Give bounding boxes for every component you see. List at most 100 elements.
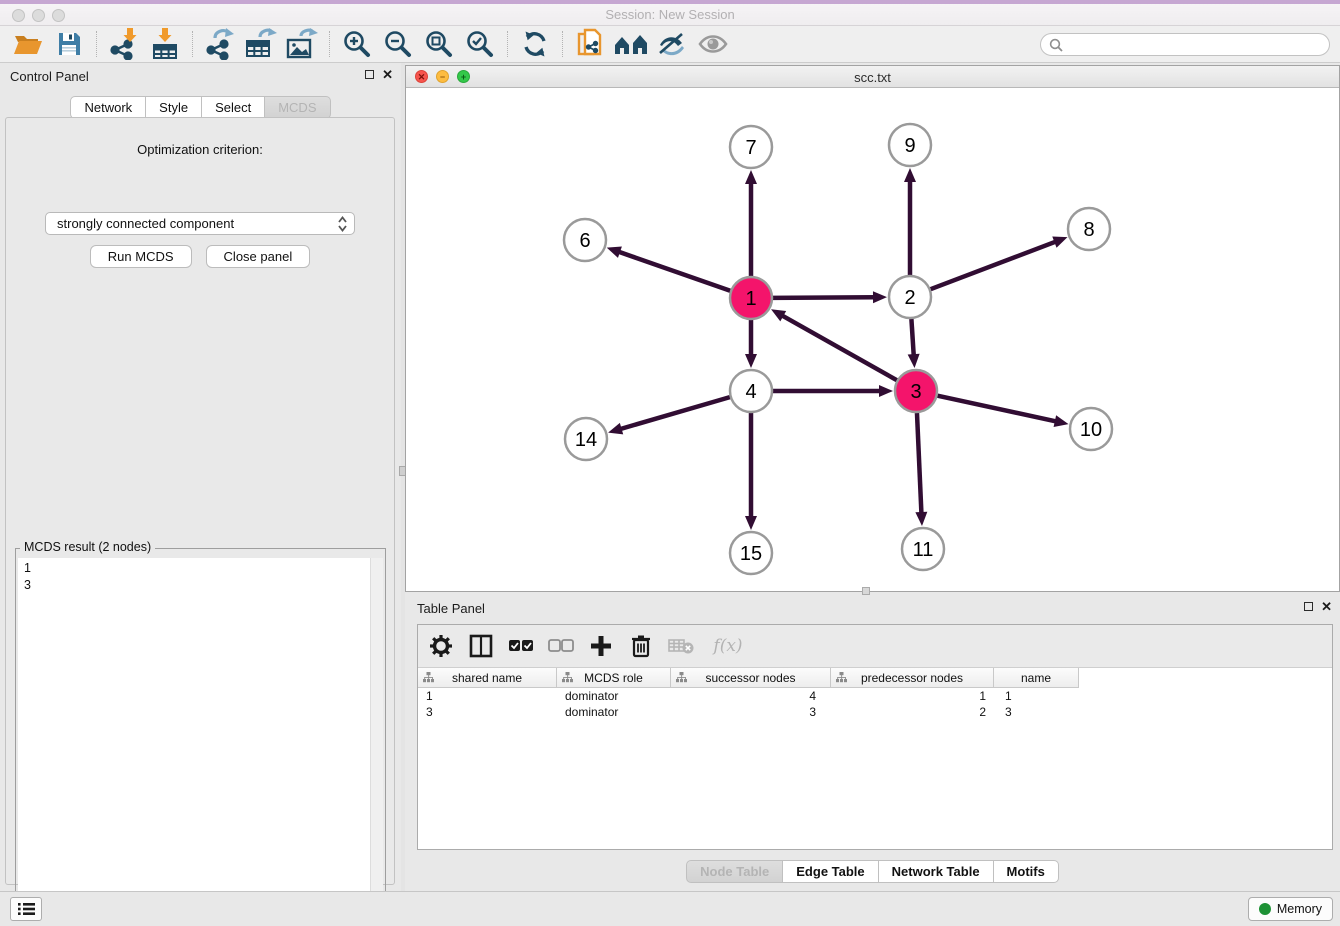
graph-edge-1-6[interactable] — [618, 252, 730, 291]
export-network-icon[interactable] — [202, 29, 238, 59]
window-title: Session: New Session — [0, 7, 1340, 22]
export-table-icon[interactable] — [243, 29, 279, 59]
window-top-accent — [0, 0, 1340, 4]
result-scrollbar[interactable] — [370, 558, 383, 921]
column-header-predecessor-nodes[interactable]: predecessor nodes — [831, 668, 994, 688]
graph-node-7[interactable]: 7 — [730, 126, 772, 168]
graph-node-11[interactable]: 11 — [902, 528, 944, 570]
clone-network-icon[interactable] — [572, 29, 608, 59]
select-all-columns-icon[interactable] — [508, 633, 534, 659]
cell-successor-nodes[interactable]: 4 — [671, 688, 831, 704]
graph-node-1[interactable]: 1 — [730, 277, 772, 319]
column-header-name[interactable]: name — [994, 668, 1079, 688]
control-panel-title: Control Panel — [10, 69, 89, 84]
float-table-panel-icon[interactable] — [1304, 602, 1313, 611]
network-frame-titlebar[interactable]: ✕ − + scc.txt — [406, 66, 1339, 88]
graph-edge-3-11[interactable] — [917, 413, 921, 514]
delete-table-icon[interactable] — [668, 633, 694, 659]
cell-name[interactable]: 1 — [994, 688, 1079, 704]
graph-node-6[interactable]: 6 — [564, 219, 606, 261]
memory-button[interactable]: Memory — [1248, 897, 1333, 921]
column-header-shared-name[interactable]: shared name — [418, 668, 557, 688]
run-mcds-button[interactable]: Run MCDS — [90, 245, 192, 268]
graph-edge-3-10[interactable] — [937, 396, 1056, 422]
select-stepper-icon — [338, 216, 347, 235]
graph-node-2[interactable]: 2 — [889, 276, 931, 318]
graph-edge-arrowhead — [904, 168, 916, 182]
network-frame: ✕ − + scc.txt 1 2 3 4 6 7 8 9 10 11 14 15 — [405, 65, 1340, 592]
graph-edge-4-14[interactable] — [620, 397, 730, 429]
graph-edge-arrowhead — [879, 385, 893, 397]
show-panels-icon[interactable] — [695, 29, 731, 59]
search-input[interactable] — [1067, 36, 1329, 54]
table-row[interactable]: 1 dominator 4 1 1 — [418, 688, 1332, 704]
graph-node-4[interactable]: 4 — [730, 370, 772, 412]
network-canvas[interactable]: 1 2 3 4 6 7 8 9 10 11 14 15 — [406, 88, 1339, 591]
tab-select[interactable]: Select — [202, 96, 265, 119]
zoom-selected-icon[interactable] — [462, 29, 498, 59]
graph-node-label: 15 — [740, 543, 762, 565]
graph-edge-2-3[interactable] — [911, 319, 913, 356]
graph-edge-arrowhead — [745, 354, 757, 368]
status-bar: Memory — [0, 891, 1340, 926]
optimization-criterion-select[interactable]: strongly connected component — [45, 212, 355, 235]
graph-edge-1-2[interactable] — [773, 297, 875, 298]
cell-name[interactable]: 3 — [994, 704, 1079, 720]
network-canvas-svg: 1 2 3 4 6 7 8 9 10 11 14 15 — [406, 88, 1339, 591]
tab-motifs[interactable]: Motifs — [994, 860, 1059, 883]
tab-style[interactable]: Style — [146, 96, 202, 119]
zoom-out-icon[interactable] — [380, 29, 416, 59]
graph-node-10[interactable]: 10 — [1070, 408, 1112, 450]
cell-successor-nodes[interactable]: 3 — [671, 704, 831, 720]
float-panel-icon[interactable] — [365, 70, 374, 79]
graph-edge-3-1[interactable] — [781, 315, 896, 380]
zoom-fit-icon[interactable] — [421, 29, 457, 59]
import-table-icon[interactable] — [147, 29, 183, 59]
network-overview-icon[interactable] — [613, 29, 649, 59]
graph-node-15[interactable]: 15 — [730, 532, 772, 574]
table-row[interactable]: 3 dominator 3 2 3 — [418, 704, 1332, 720]
split-panel-icon[interactable] — [468, 633, 494, 659]
import-network-icon[interactable] — [106, 29, 142, 59]
close-panel-button[interactable]: Close panel — [206, 245, 311, 268]
add-column-icon[interactable] — [588, 633, 614, 659]
function-builder-icon[interactable]: f(x) — [708, 633, 748, 659]
close-panel-icon[interactable]: ✕ — [382, 69, 393, 80]
graph-node-label: 9 — [904, 135, 915, 157]
graph-node-14[interactable]: 14 — [565, 418, 607, 460]
graph-node-label: 7 — [745, 137, 756, 159]
hide-panels-icon[interactable] — [654, 29, 690, 59]
tab-mcds[interactable]: MCDS — [265, 96, 330, 119]
save-session-icon[interactable] — [51, 29, 87, 59]
cell-shared-name[interactable]: 3 — [418, 704, 557, 720]
cell-predecessor-nodes[interactable]: 2 — [831, 704, 994, 720]
refresh-layout-icon[interactable] — [517, 29, 553, 59]
search-box[interactable] — [1040, 33, 1330, 56]
optimization-criterion-value: strongly connected component — [57, 216, 234, 231]
zoom-in-icon[interactable] — [339, 29, 375, 59]
close-table-panel-icon[interactable]: ✕ — [1321, 601, 1332, 612]
column-header-successor-nodes[interactable]: successor nodes — [671, 668, 831, 688]
control-panel-tabs: Network Style Select MCDS — [0, 96, 401, 119]
cell-shared-name[interactable]: 1 — [418, 688, 557, 704]
deselect-all-columns-icon[interactable] — [548, 633, 574, 659]
tab-edge-table[interactable]: Edge Table — [783, 860, 878, 883]
graph-node-8[interactable]: 8 — [1068, 208, 1110, 250]
mcds-result-textarea[interactable]: 1 3 — [18, 558, 383, 921]
cell-mcds-role[interactable]: dominator — [557, 688, 671, 704]
graph-node-9[interactable]: 9 — [889, 124, 931, 166]
cell-predecessor-nodes[interactable]: 1 — [831, 688, 994, 704]
network-resize-handle[interactable] — [862, 587, 870, 595]
tab-network-table[interactable]: Network Table — [879, 860, 994, 883]
cell-mcds-role[interactable]: dominator — [557, 704, 671, 720]
task-history-button[interactable] — [10, 897, 42, 921]
export-image-icon[interactable] — [284, 29, 320, 59]
column-header-mcds-role[interactable]: MCDS role — [557, 668, 671, 688]
tab-node-table[interactable]: Node Table — [686, 860, 783, 883]
graph-edge-2-8[interactable] — [931, 241, 1057, 289]
open-session-icon[interactable] — [10, 29, 46, 59]
tab-network[interactable]: Network — [70, 96, 146, 119]
delete-column-icon[interactable] — [628, 633, 654, 659]
graph-node-3[interactable]: 3 — [895, 370, 937, 412]
table-settings-icon[interactable] — [428, 633, 454, 659]
